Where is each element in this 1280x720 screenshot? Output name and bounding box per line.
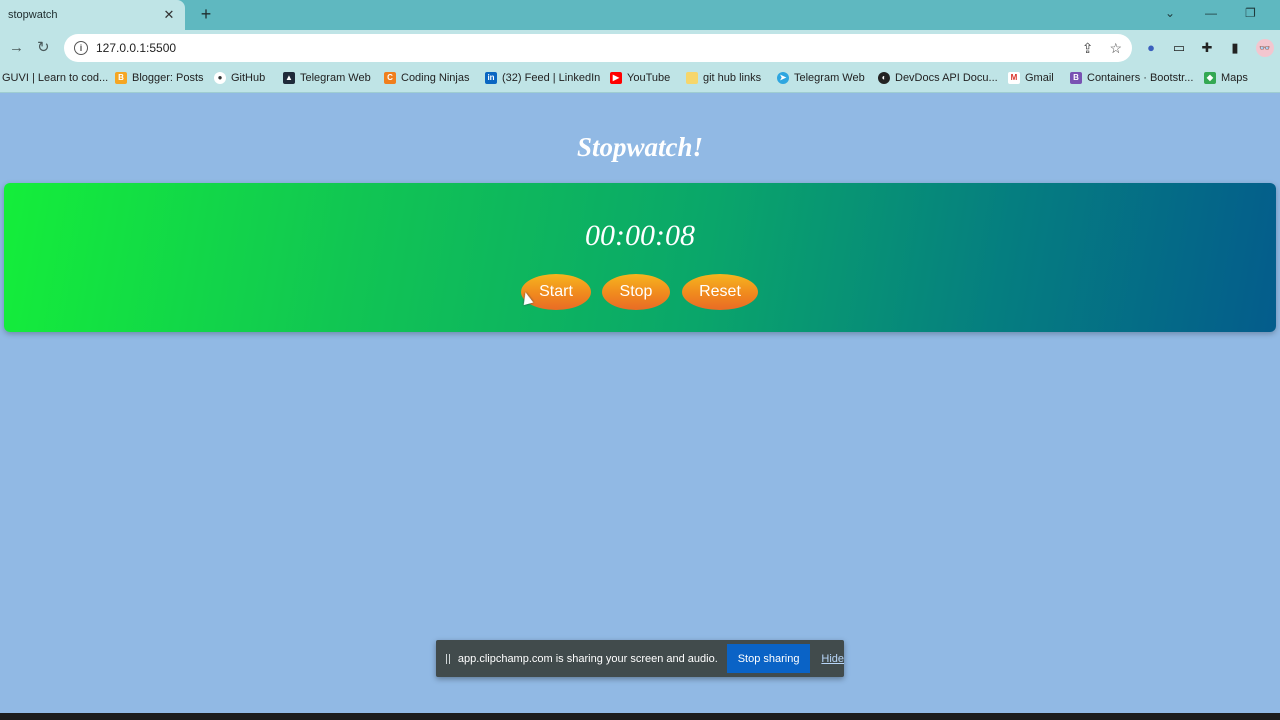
taskbar [0,713,1280,720]
minimize-icon[interactable]: — [1205,6,1217,20]
tab-search-icon[interactable]: ⌄ [1165,6,1175,20]
tab-title: stopwatch [8,9,58,21]
telegram-icon: ➤ [777,72,789,84]
address-bar[interactable]: i 127.0.0.1:5500 ⇪ ☆ [64,34,1132,62]
tab-strip: stopwatch ✕ + ⌄ — ❐ [0,0,1280,30]
close-icon[interactable]: ✕ [161,7,177,23]
devdocs-icon: ◐ [878,72,890,84]
bookmark-gmail[interactable]: M Gmail [1008,72,1054,84]
reload-icon[interactable]: ↻ [37,39,50,57]
drag-handle-icon[interactable] [446,653,450,664]
linkedin-icon: in [485,72,497,84]
side-panel-icon[interactable]: ▮ [1228,41,1242,55]
info-icon[interactable]: i [74,41,88,55]
bookmark-telegram-2[interactable]: ➤ Telegram Web [777,72,865,84]
new-tab-button[interactable]: + [196,4,216,24]
bookmark-git-hub-links[interactable]: git hub links [686,72,761,84]
bookmark-linkedin[interactable]: in (32) Feed | LinkedIn [485,72,600,84]
page-title: Stopwatch! [576,132,704,162]
extension-circle-icon[interactable]: ● [1144,41,1158,55]
folder-icon [686,72,698,84]
star-icon[interactable]: ☆ [1109,40,1122,57]
stopwatch-panel: 00:00:08 Start Stop Reset [4,183,1276,332]
bookmark-bootstrap[interactable]: B Containers · Bootstr... [1070,72,1193,84]
maps-icon: ◆ [1204,72,1216,84]
forward-icon[interactable]: → [9,39,24,57]
bootstrap-icon: B [1070,72,1082,84]
share-icon[interactable]: ⇪ [1082,40,1094,57]
bookmark-youtube[interactable]: ▶ YouTube [610,72,670,84]
reset-button[interactable]: Reset [682,274,758,310]
cast-icon[interactable]: ▭ [1172,41,1186,55]
browser-toolbar: → ↻ i 127.0.0.1:5500 ⇪ ☆ ● ▭ ✚ ▮ 👓 [0,30,1280,66]
timer-display: 00:00:08 [585,219,695,252]
restore-icon[interactable]: ❐ [1245,6,1256,20]
bookmark-guvi[interactable]: GUVI | Learn to cod... [2,72,108,84]
start-button[interactable]: Start [521,274,591,310]
blogger-icon: B [115,72,127,84]
puzzle-icon[interactable]: ✚ [1200,41,1214,55]
bookmark-github[interactable]: ● GitHub [214,72,265,84]
bookmark-devdocs[interactable]: ◐ DevDocs API Docu... [878,72,998,84]
bookmark-telegram-1[interactable]: ▲ Telegram Web [283,72,371,84]
tab-stopwatch[interactable]: stopwatch ✕ [0,0,185,30]
bookmark-maps[interactable]: ◆ Maps [1204,72,1248,84]
telegram-icon: ▲ [283,72,295,84]
avatar[interactable]: 👓 [1256,39,1274,57]
stop-button[interactable]: Stop [602,274,670,310]
sharing-message: app.clipchamp.com is sharing your screen… [457,652,718,665]
youtube-icon: ▶ [610,72,622,84]
stop-sharing-button[interactable]: Stop sharing [726,644,811,673]
bookmark-coding-ninjas[interactable]: C Coding Ninjas [384,72,469,84]
url-text[interactable]: 127.0.0.1:5500 [96,41,176,55]
screen-sharing-bar: app.clipchamp.com is sharing your screen… [436,640,844,677]
github-icon: ● [214,72,226,84]
coding-ninjas-icon: C [384,72,396,84]
bookmarks-bar: GUVI | Learn to cod... B Blogger: Posts … [0,66,1280,93]
hide-link[interactable]: Hide [821,653,844,665]
bookmark-blogger[interactable]: B Blogger: Posts [115,72,204,84]
gmail-icon: M [1008,72,1020,84]
